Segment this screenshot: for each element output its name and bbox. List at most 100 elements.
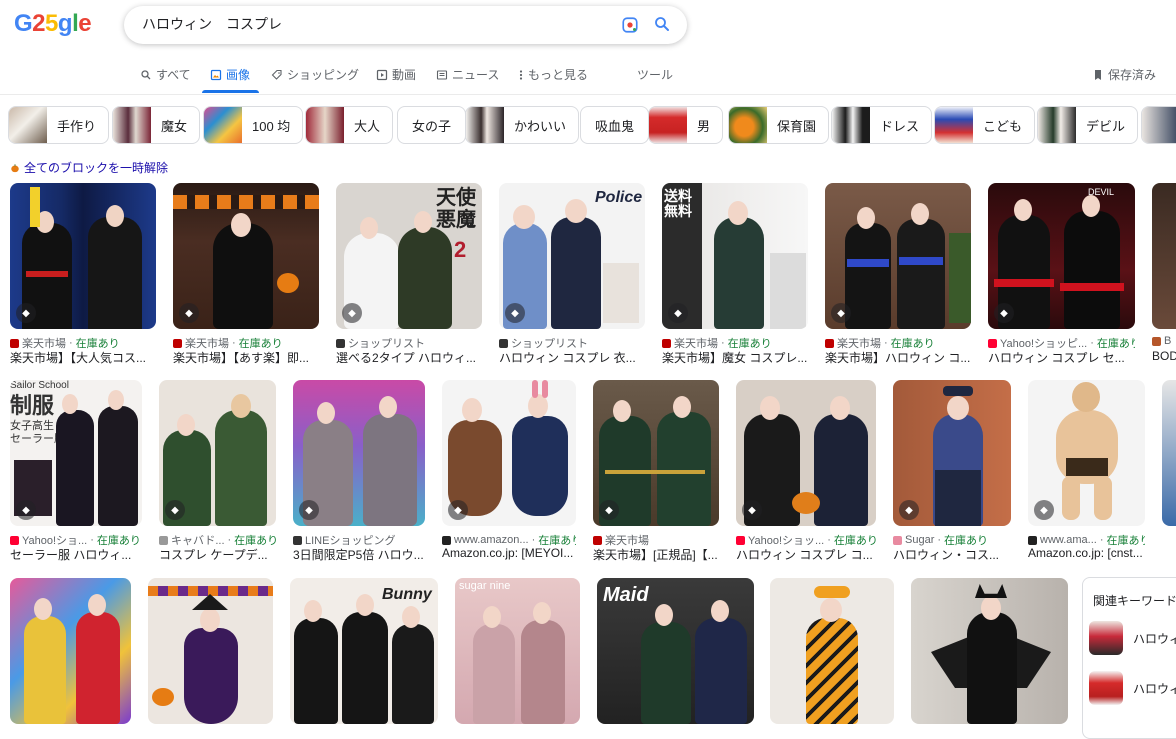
tab-label: ショッピング bbox=[287, 68, 360, 82]
chip-nursery[interactable]: 保育園 bbox=[728, 106, 830, 144]
chip-label: 吸血鬼 bbox=[595, 118, 635, 134]
result-image[interactable] bbox=[911, 578, 1068, 724]
chip-100yen[interactable]: 100 均 bbox=[203, 106, 304, 144]
chip-label: デビル bbox=[1086, 118, 1126, 134]
result-image[interactable]: ◆ bbox=[10, 183, 156, 329]
result-image[interactable]: ◆ bbox=[173, 183, 319, 329]
news-icon bbox=[436, 69, 448, 80]
tab-label: 画像 bbox=[226, 68, 251, 82]
result-image[interactable]: Sailor School 制服 女子高生 セーラー服 ◆ bbox=[10, 380, 142, 526]
result-image[interactable]: ◆ bbox=[159, 380, 276, 526]
chip-witch[interactable]: 魔女 bbox=[112, 106, 201, 144]
result-title[interactable]: コスプレ ケープデ... bbox=[159, 546, 276, 563]
unblock-all-link[interactable]: 全てのブロックを一時解除 bbox=[10, 159, 168, 176]
chip-cute[interactable]: かわいい bbox=[465, 106, 580, 144]
chip-label: 魔女 bbox=[161, 118, 188, 134]
result-image[interactable]: Maid bbox=[597, 578, 754, 724]
result-image[interactable] bbox=[1152, 183, 1176, 329]
result-title[interactable]: 楽天市場】[正規品]【... bbox=[593, 546, 719, 563]
chip-label: こども bbox=[983, 118, 1023, 134]
search-input[interactable] bbox=[140, 15, 604, 33]
tag-icon: ◆ bbox=[742, 500, 762, 520]
tag-icon: ◆ bbox=[448, 500, 468, 520]
result-title[interactable]: ハロウィン コスプレ セ... bbox=[988, 349, 1135, 366]
google-logo[interactable]: G25gle bbox=[14, 10, 92, 38]
tab-all[interactable]: すべて bbox=[140, 66, 191, 83]
result-image[interactable]: 送料 無料 ◆ bbox=[662, 183, 808, 329]
result-image[interactable]: ◆ bbox=[736, 380, 876, 526]
chip-handmade[interactable]: 手作り bbox=[8, 106, 110, 144]
chip-next[interactable] bbox=[1141, 106, 1176, 144]
chip-adult[interactable]: 大人 bbox=[305, 106, 394, 144]
related-label: ハロウィ bbox=[1133, 681, 1176, 696]
pumpkin-icon bbox=[11, 163, 19, 172]
chip-devil[interactable]: デビル bbox=[1037, 106, 1139, 144]
result-title[interactable]: ハロウィン・コス... bbox=[893, 546, 1011, 563]
result-image[interactable] bbox=[1162, 380, 1176, 526]
tab-videos[interactable]: 動画 bbox=[376, 66, 416, 83]
related-item[interactable]: ハロウィ bbox=[1089, 670, 1176, 706]
chip-vampire[interactable]: 吸血鬼 bbox=[580, 106, 650, 144]
result-title[interactable]: 楽天市場】【大人気コス... bbox=[10, 349, 156, 366]
result-image[interactable]: 天使 悪魔 2 ◆ bbox=[336, 183, 482, 329]
tag-icon: ◆ bbox=[342, 303, 362, 323]
tag-icon: ◆ bbox=[16, 500, 36, 520]
result-title[interactable]: Amazon.co.jp: [MEYOI... bbox=[442, 546, 576, 560]
tab-images[interactable]: 画像 bbox=[210, 66, 250, 83]
tab-label: ツール bbox=[637, 68, 674, 82]
chip-dress[interactable]: ドレス bbox=[831, 106, 933, 144]
result-image[interactable]: ◆ bbox=[893, 380, 1011, 526]
result-title[interactable]: 選べる2タイプ ハロウィ... bbox=[336, 349, 482, 366]
more-icon bbox=[519, 69, 523, 80]
result-image[interactable]: DEVIL ◆ bbox=[988, 183, 1135, 329]
tag-icon: ◆ bbox=[994, 303, 1014, 323]
result-image[interactable]: ◆ bbox=[293, 380, 425, 526]
saved-label: 保存済み bbox=[1108, 68, 1157, 82]
chip-kids[interactable]: こども bbox=[934, 106, 1036, 144]
chip-label: 100 均 bbox=[252, 118, 291, 134]
tab-label: ニュース bbox=[452, 68, 500, 82]
result-image[interactable] bbox=[148, 578, 273, 724]
saved-button[interactable]: 保存済み bbox=[1092, 66, 1156, 83]
result-title[interactable]: Amazon.co.jp: [cnst... bbox=[1028, 546, 1145, 560]
tag-icon: ◆ bbox=[16, 303, 36, 323]
result-image[interactable]: ◆ bbox=[825, 183, 971, 329]
related-keywords-panel: 関連キーワード ハロウィ ハロウィ bbox=[1082, 577, 1176, 739]
filter-chips: 手作り 魔女 100 均 大人 女の子 かわいい 吸血鬼 男 保育園 ドレス こ… bbox=[8, 106, 1176, 146]
chip-label: かわいい bbox=[514, 118, 567, 134]
result-image[interactable]: Police ◆ bbox=[499, 183, 645, 329]
result-title[interactable]: 3日間限定P5倍 ハロウ... bbox=[293, 546, 425, 563]
tag-icon: ◆ bbox=[299, 500, 319, 520]
result-image[interactable]: ◆ bbox=[593, 380, 719, 526]
related-thumbnail bbox=[1089, 621, 1123, 655]
result-title[interactable]: ハロウィン コスプレ コ... bbox=[736, 546, 876, 563]
result-image[interactable]: sugar nine bbox=[455, 578, 580, 724]
tab-shopping[interactable]: ショッピング bbox=[271, 66, 359, 83]
result-title[interactable]: 楽天市場】ハロウィン コ... bbox=[825, 349, 971, 366]
chip-girl[interactable]: 女の子 bbox=[397, 106, 467, 144]
chip-label: 男 bbox=[697, 118, 711, 134]
result-title[interactable]: ハロウィン コスプレ 衣... bbox=[499, 349, 645, 366]
result-title[interactable]: セーラー服 ハロウィ... bbox=[10, 546, 142, 563]
tab-more[interactable]: もっと見る bbox=[518, 66, 588, 83]
result-image[interactable]: ◆ bbox=[442, 380, 576, 526]
result-title[interactable]: 楽天市場】【あす楽】即... bbox=[173, 349, 319, 366]
tab-news[interactable]: ニュース bbox=[436, 66, 499, 83]
related-item[interactable]: ハロウィ bbox=[1089, 620, 1176, 656]
result-image[interactable] bbox=[10, 578, 131, 724]
google-lens-icon[interactable] bbox=[621, 16, 639, 34]
tab-label: 動画 bbox=[392, 68, 417, 82]
search-icon bbox=[141, 69, 151, 79]
bookmark-icon bbox=[1095, 69, 1101, 80]
tab-tools[interactable]: ツール bbox=[637, 66, 673, 83]
result-image[interactable] bbox=[770, 578, 894, 724]
play-icon bbox=[376, 69, 388, 80]
search-box[interactable] bbox=[124, 6, 687, 44]
result-image[interactable]: Bunny bbox=[290, 578, 438, 724]
search-icon[interactable] bbox=[653, 15, 671, 33]
tag-icon: ◆ bbox=[165, 500, 185, 520]
chip-male[interactable]: 男 bbox=[648, 106, 724, 144]
result-image[interactable]: ◆ bbox=[1028, 380, 1145, 526]
result-title[interactable]: 楽天市場】魔女 コスプレ... bbox=[662, 349, 808, 366]
result-title[interactable]: BOD bbox=[1152, 349, 1176, 363]
